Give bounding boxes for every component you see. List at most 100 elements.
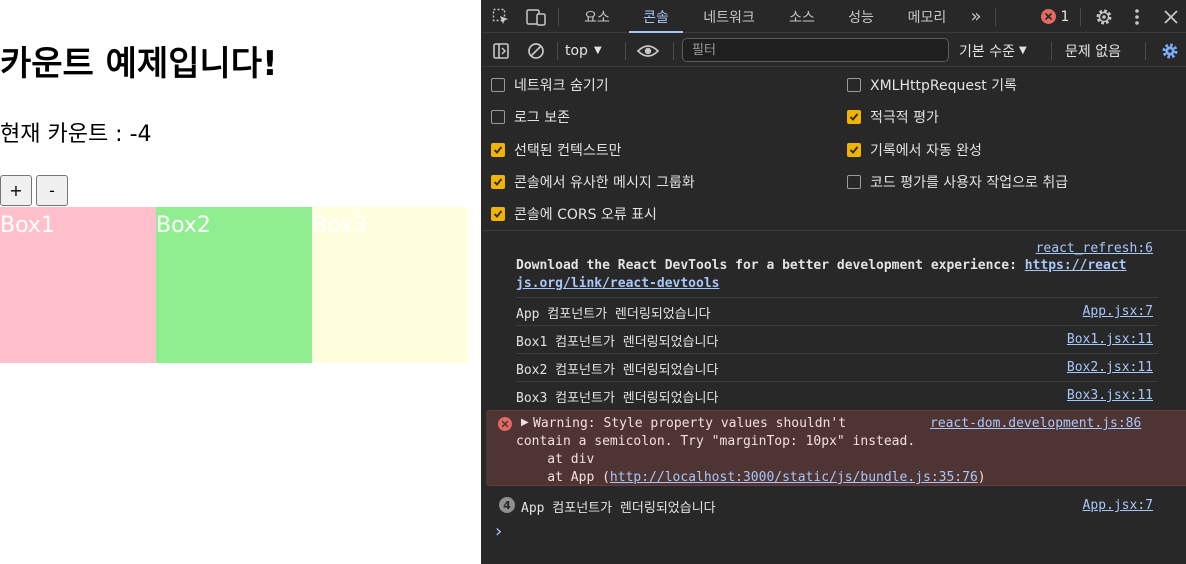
- warning-stack-line-app: at App (http://localhost:3000/static/js/…: [516, 470, 986, 485]
- checkbox[interactable]: [847, 175, 861, 189]
- warning-stack-line: at div: [516, 452, 595, 467]
- live-expression-eye-icon[interactable]: [635, 34, 661, 67]
- settings-gear-icon[interactable]: [1092, 0, 1116, 33]
- setting-label: XMLHttpRequest 기록: [870, 78, 1017, 94]
- error-icon: [1040, 9, 1056, 24]
- error-icon: [498, 417, 512, 431]
- log-source-link[interactable]: Box1.jsx:11: [1067, 332, 1153, 347]
- log-source-link[interactable]: App.jsx:7: [1083, 498, 1153, 513]
- issues-label: 문제 없음: [1065, 43, 1121, 60]
- filter-input[interactable]: [682, 38, 949, 62]
- tab-separator: [558, 8, 559, 26]
- context-selector[interactable]: top ▼: [565, 34, 617, 67]
- inspect-element-icon[interactable]: [489, 0, 513, 33]
- setting-group-similar[interactable]: 콘솔에서 유사한 메시지 그룹화: [491, 172, 695, 192]
- log-row-divider: [516, 353, 1158, 354]
- checkbox-checked[interactable]: [847, 143, 861, 157]
- box-2-label: Box2: [156, 213, 211, 238]
- setting-eager-evaluation[interactable]: 적극적 평가: [847, 107, 939, 127]
- tab-separator: [995, 8, 996, 26]
- setting-label: 코드 평가를 사용자 작업으로 취급: [870, 175, 1069, 191]
- box-2: Box2: [156, 207, 312, 363]
- more-options-icon[interactable]: [1127, 0, 1147, 33]
- setting-log-xhr[interactable]: XMLHttpRequest 기록: [847, 75, 1017, 95]
- issues-button[interactable]: 문제 없음: [1065, 34, 1131, 67]
- tab-elements[interactable]: 요소: [575, 0, 619, 33]
- log-source-link[interactable]: App.jsx:7: [1083, 304, 1153, 319]
- toolbar-separator: [673, 42, 674, 60]
- warning-source-link[interactable]: react-dom.development.js:86: [930, 416, 1141, 431]
- tab-memory[interactable]: 메모리: [897, 0, 957, 33]
- error-counter[interactable]: 1: [1037, 0, 1073, 33]
- box-1: Box1: [0, 207, 156, 363]
- log-row-divider: [516, 297, 1158, 298]
- setting-treat-eval-as-user-action[interactable]: 코드 평가를 사용자 작업으로 취급: [847, 172, 1068, 192]
- error-message-block: ▶ Warning: Style property values shouldn…: [486, 410, 1186, 486]
- decrement-button[interactable]: -: [36, 175, 68, 206]
- react-devtools-link[interactable]: https://react: [1025, 258, 1127, 273]
- bundle-link[interactable]: http://localhost:3000/static/js/bundle.j…: [610, 470, 978, 485]
- log-message-repeated: App 컴포넌트가 렌더링되었습니다: [521, 501, 716, 516]
- setting-autocomplete-history[interactable]: 기록에서 자동 완성: [847, 140, 982, 160]
- console-settings: 네트워크 숨기기 로그 보존 선택된 컨텍스트만 콘솔에서 유사한 메시지 그룹…: [481, 68, 1186, 231]
- console-settings-gear-icon[interactable]: [1158, 34, 1182, 67]
- log-message: Box2 컴포넌트가 렌더링되었습니다: [516, 363, 719, 378]
- page-heading: 카운트 예제입니다!: [0, 44, 278, 84]
- setting-selected-context-only[interactable]: 선택된 컨텍스트만: [491, 140, 622, 160]
- clear-console-icon[interactable]: [525, 34, 547, 67]
- log-source-link[interactable]: Box2.jsx:11: [1067, 360, 1153, 375]
- stack-prefix: at App (: [516, 470, 610, 485]
- checkbox[interactable]: [491, 110, 505, 124]
- setting-label: 콘솔에서 유사한 메시지 그룹화: [514, 175, 695, 191]
- log-source-link[interactable]: react_refresh:6: [1036, 241, 1153, 256]
- tab-performance[interactable]: 성능: [837, 0, 885, 33]
- box-3: Box3: [312, 207, 468, 363]
- log-message: App 컴포넌트가 렌더링되었습니다: [516, 307, 711, 322]
- device-toolbar-icon[interactable]: [524, 0, 548, 33]
- log-levels-label: 기본 수준: [959, 43, 1015, 60]
- toolbar-separator: [1051, 42, 1052, 60]
- warning-line-1: Warning: Style property values shouldn't: [533, 416, 847, 431]
- close-devtools-icon[interactable]: [1160, 0, 1182, 33]
- toolbar-separator: [625, 42, 626, 60]
- devtools-panel: 요소 콘솔 네트워크 소스 성능 메모리 » 1 top ▼ 필터 기본 수준 …: [481, 0, 1186, 564]
- checkbox-checked[interactable]: [491, 143, 505, 157]
- count-text: 현재 카운트 : -4: [0, 122, 152, 147]
- checkbox-checked[interactable]: [491, 175, 505, 189]
- expand-triangle-icon[interactable]: ▶: [521, 417, 529, 428]
- checkbox[interactable]: [491, 78, 505, 92]
- counter-buttons: + -: [0, 175, 68, 206]
- box-1-label: Box1: [0, 213, 55, 238]
- tab-network[interactable]: 네트워크: [693, 0, 765, 33]
- toolbar-separator: [1145, 42, 1146, 60]
- setting-label: 선택된 컨텍스트만: [514, 143, 622, 159]
- react-devtools-link-cont[interactable]: js.org/link/react-devtools: [516, 276, 720, 291]
- checkbox-checked[interactable]: [847, 110, 861, 124]
- setting-show-cors-errors[interactable]: 콘솔에 CORS 오류 표시: [491, 204, 657, 224]
- setting-label: 콘솔에 CORS 오류 표시: [514, 207, 657, 223]
- error-count: 1: [1060, 8, 1070, 25]
- react-devtools-text: Download the React DevTools for a better…: [516, 258, 1025, 273]
- devtools-tab-bar: 요소 콘솔 네트워크 소스 성능 메모리 » 1: [481, 0, 1186, 33]
- dropdown-arrow-icon: ▼: [1018, 45, 1027, 56]
- setting-preserve-log[interactable]: 로그 보존: [491, 107, 570, 127]
- tab-console[interactable]: 콘솔: [629, 0, 683, 33]
- setting-label: 네트워크 숨기기: [514, 78, 609, 94]
- log-message: Box1 컴포넌트가 렌더링되었습니다: [516, 335, 719, 350]
- setting-label: 기록에서 자동 완성: [870, 143, 982, 159]
- log-row-divider: [516, 381, 1158, 382]
- checkbox[interactable]: [847, 78, 861, 92]
- react-devtools-message: Download the React DevTools for a better…: [516, 258, 1158, 273]
- setting-hide-network[interactable]: 네트워크 숨기기: [491, 75, 609, 95]
- log-row-divider: [516, 325, 1158, 326]
- log-source-link[interactable]: Box3.jsx:11: [1067, 388, 1153, 403]
- increment-button[interactable]: +: [0, 175, 32, 206]
- log-levels-dropdown[interactable]: 기본 수준 ▼: [959, 34, 1041, 67]
- more-tabs-icon[interactable]: »: [963, 0, 989, 33]
- console-prompt-icon[interactable]: ›: [495, 521, 502, 542]
- stack-suffix: ): [977, 470, 986, 485]
- sidebar-toggle-icon[interactable]: [490, 34, 512, 67]
- setting-label: 로그 보존: [514, 110, 570, 126]
- checkbox-checked[interactable]: [491, 207, 505, 221]
- tab-sources[interactable]: 소스: [777, 0, 827, 33]
